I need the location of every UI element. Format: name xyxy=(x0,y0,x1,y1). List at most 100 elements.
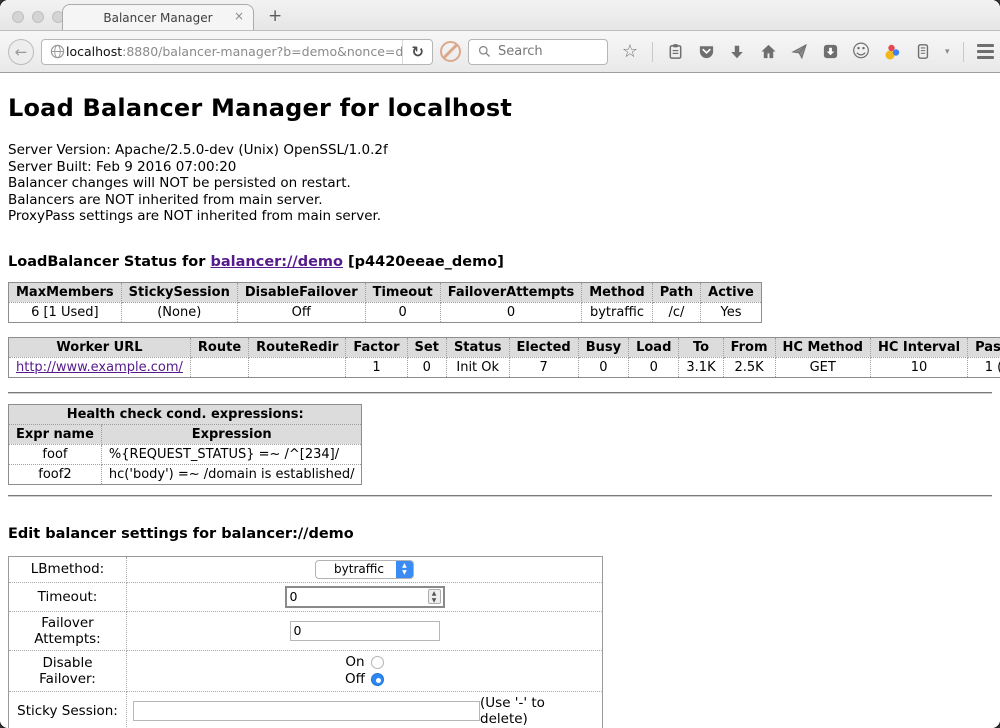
failover-attempts-label: Failover Attempts: xyxy=(9,611,127,650)
table-cell: 2.5K xyxy=(723,357,775,377)
table-header-cell: Method xyxy=(582,282,652,302)
disable-failover-row: Disable Failover: On Off xyxy=(9,650,603,691)
table-row: http://www.example.com/10Init Ok7003.1K2… xyxy=(9,357,1000,377)
timeout-label: Timeout: xyxy=(9,582,127,611)
worker-table-body: http://www.example.com/10Init Ok7003.1K2… xyxy=(9,357,1000,377)
table-cell: 0 xyxy=(440,302,582,322)
table-header-cell: StickySession xyxy=(121,282,237,302)
feedback-smiley-icon[interactable]: ☺ xyxy=(852,43,870,61)
timeout-input[interactable]: 0 ▲▼ xyxy=(285,586,445,608)
table-cell: 0 xyxy=(578,357,628,377)
balancer-table-header-row: MaxMembersStickySessionDisableFailoverTi… xyxy=(9,282,762,302)
table-header-cell: Passes xyxy=(968,337,1000,357)
toolbar-separator xyxy=(652,42,653,62)
table-cell: (None) xyxy=(121,302,237,322)
notebook-extension-icon[interactable] xyxy=(914,43,932,61)
downloads-icon[interactable] xyxy=(728,43,746,61)
table-cell: hc('body') =~ /domain is established/ xyxy=(101,464,362,484)
url-bar[interactable]: localhost:8880/balancer-manager?b=demo&n… xyxy=(41,39,433,65)
url-path: :8880/balancer-manager?b=demo&nonce=decc… xyxy=(122,44,402,59)
page-content: Load Balancer Manager for localhost Serv… xyxy=(0,73,1000,728)
reload-icon[interactable]: ↻ xyxy=(402,40,428,64)
failover-attempts-row: Failover Attempts: 0 xyxy=(9,611,603,650)
table-header-cell: Load xyxy=(629,337,679,357)
failover-on-radio[interactable] xyxy=(371,656,384,669)
colored-dots-extension-icon[interactable] xyxy=(883,43,901,61)
radio-on-label: On xyxy=(345,654,364,671)
table-header-cell: Path xyxy=(652,282,700,302)
new-tab-button[interactable]: + xyxy=(268,6,282,26)
tab-balancer-manager[interactable]: Balancer Manager × xyxy=(62,4,254,30)
timeout-value: 0 xyxy=(290,589,428,604)
timeout-row: Timeout: 0 ▲▼ xyxy=(9,582,603,611)
table-header-cell: From xyxy=(723,337,775,357)
section-divider xyxy=(8,495,992,497)
search-bar[interactable]: Search xyxy=(468,39,608,65)
tab-title: Balancer Manager xyxy=(103,11,212,25)
toolbar-icons: ☆ ☺ xyxy=(621,42,1000,62)
table-cell: 0 xyxy=(365,302,440,322)
chevron-down-icon[interactable]: ▾ xyxy=(945,47,950,57)
clipboard-icon[interactable] xyxy=(666,43,684,61)
table-header-cell: Expression xyxy=(101,424,362,444)
table-header-cell: Status xyxy=(446,337,509,357)
worker-table-header-row: Worker URLRouteRouteRedirFactorSetStatus… xyxy=(9,337,1000,357)
worker-url-link[interactable]: http://www.example.com/ xyxy=(16,360,183,375)
browser-window: Balancer Manager × + ← localhost:8880/ba… xyxy=(0,0,1000,728)
worker-status-table: Worker URLRouteRouteRedirFactorSetStatus… xyxy=(8,337,1000,378)
table-cell: GET xyxy=(775,357,870,377)
server-version: Server Version: Apache/2.5.0-dev (Unix) … xyxy=(8,142,992,159)
table-header-cell: To xyxy=(679,337,723,357)
sticky-session-label: Sticky Session: xyxy=(9,691,127,728)
table-cell: 1 xyxy=(346,357,407,377)
failover-attempts-input[interactable]: 0 xyxy=(290,621,440,641)
sticky-session-row: Sticky Session: (Use '-' to delete) xyxy=(9,691,603,728)
tab-close-icon[interactable]: × xyxy=(234,10,244,22)
table-header-cell: FailoverAttempts xyxy=(440,282,582,302)
table-cell xyxy=(249,357,346,377)
lbmethod-select[interactable]: bytraffic ▲▼ xyxy=(315,560,414,579)
table-cell: 6 [1 Used] xyxy=(9,302,122,322)
back-button[interactable]: ← xyxy=(8,39,34,65)
pocket-icon[interactable] xyxy=(697,43,715,61)
table-header-cell: Active xyxy=(701,282,762,302)
table-cell: 0 xyxy=(629,357,679,377)
table-cell: 3.1K xyxy=(679,357,723,377)
minimize-window-button[interactable] xyxy=(32,11,44,23)
sticky-session-input[interactable] xyxy=(133,701,480,721)
failover-attempts-value: 0 xyxy=(294,623,302,638)
edit-balancer-form: LBmethod: bytraffic ▲▼ Timeout: 0 ▲▼ xyxy=(8,556,603,728)
table-cell: 10 xyxy=(870,357,967,377)
balancer-status-table: MaxMembersStickySessionDisableFailoverTi… xyxy=(8,282,762,323)
table-header-cell: Factor xyxy=(346,337,407,357)
lbmethod-row: LBmethod: bytraffic ▲▼ xyxy=(9,556,603,582)
save-to-device-icon[interactable] xyxy=(821,43,839,61)
menu-hamburger-icon[interactable] xyxy=(977,44,994,59)
failover-off-radio[interactable] xyxy=(371,673,384,686)
bookmark-star-icon[interactable]: ☆ xyxy=(621,43,639,61)
table-cell: /c/ xyxy=(652,302,700,322)
table-header-cell: HC Interval xyxy=(870,337,967,357)
status-heading-prefix: LoadBalancer Status for xyxy=(8,254,210,270)
select-stepper-icon: ▲▼ xyxy=(396,560,413,579)
number-spinner-icon[interactable]: ▲▼ xyxy=(428,589,441,604)
health-table-header-row: Expr nameExpression xyxy=(9,424,362,444)
table-cell: Yes xyxy=(701,302,762,322)
table-header-cell: RouteRedir xyxy=(249,337,346,357)
table-header-cell: Worker URL xyxy=(9,337,191,357)
table-header-cell: Timeout xyxy=(365,282,440,302)
url-text[interactable]: localhost:8880/balancer-manager?b=demo&n… xyxy=(66,44,402,59)
send-plane-icon[interactable] xyxy=(790,43,808,61)
content-blocker-icon[interactable] xyxy=(440,41,461,62)
table-cell: Init Ok xyxy=(446,357,509,377)
table-header-cell: Expr name xyxy=(9,424,102,444)
table-cell: foof2 xyxy=(9,464,102,484)
status-heading-suffix: [p4420eeae_demo] xyxy=(343,254,504,270)
navigation-toolbar: ← localhost:8880/balancer-manager?b=demo… xyxy=(0,31,1000,73)
home-icon[interactable] xyxy=(759,43,777,61)
close-window-button[interactable] xyxy=(12,11,24,23)
lbmethod-label: LBmethod: xyxy=(9,556,127,582)
balancer-demo-link[interactable]: balancer://demo xyxy=(210,254,343,270)
table-header-cell: Route xyxy=(190,337,248,357)
table-cell: %{REQUEST_STATUS} =~ /^[234]/ xyxy=(101,444,362,464)
